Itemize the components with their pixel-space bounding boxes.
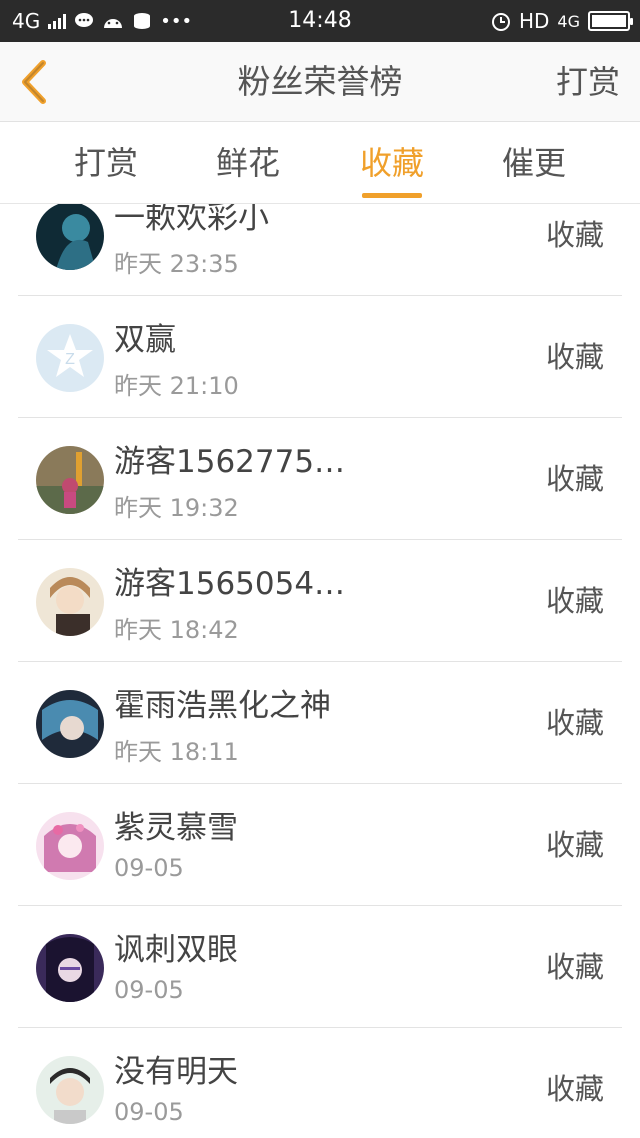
- action-label: 收藏: [545, 340, 604, 374]
- timestamp: 09-05: [114, 854, 184, 882]
- list-item[interactable]: 游客1565054… 昨天 18:42 收藏: [18, 540, 622, 662]
- tab-favorites[interactable]: 收藏: [332, 122, 452, 204]
- reward-button[interactable]: 打赏: [556, 42, 620, 122]
- timestamp: 昨天 23:35: [114, 250, 239, 278]
- avatar[interactable]: [36, 934, 104, 1002]
- tab-bar: 打赏 鲜花 收藏 催更: [0, 122, 640, 204]
- tab-reward[interactable]: 打赏: [46, 122, 166, 204]
- action-label: 收藏: [545, 950, 604, 984]
- list-item[interactable]: 霍雨浩黑化之神 昨天 18:11 收藏: [18, 662, 622, 784]
- list-item[interactable]: 讽刺双眼 09-05 收藏: [18, 906, 622, 1028]
- tab-label: 催更: [501, 144, 566, 182]
- list-item[interactable]: 一欶欢彩小 昨天 23:35 收藏: [18, 204, 622, 296]
- avatar[interactable]: Z: [36, 324, 104, 392]
- hd-label: HD: [518, 9, 550, 33]
- avatar[interactable]: [36, 690, 104, 758]
- fan-list[interactable]: 一欶欢彩小 昨天 23:35 收藏 Z 双赢 昨天 21:10 收藏 游客156…: [18, 204, 622, 1138]
- avatar[interactable]: [36, 812, 104, 880]
- list-item[interactable]: Z 双赢 昨天 21:10 收藏: [18, 296, 622, 418]
- user-name: 游客1565054…: [114, 566, 346, 602]
- timestamp: 昨天 18:42: [114, 616, 239, 644]
- network-right-label: 4G: [557, 11, 580, 31]
- tab-urge-update[interactable]: 催更: [474, 122, 594, 204]
- status-bar: 4G ••• 14:48 HD 4G: [0, 0, 640, 42]
- user-name: 讽刺双眼: [114, 932, 238, 968]
- avatar[interactable]: [36, 204, 104, 270]
- action-label: 收藏: [545, 218, 604, 252]
- user-name: 游客1562775…: [114, 444, 346, 480]
- svg-text:Z: Z: [65, 351, 75, 368]
- page-title: 粉丝荣誉榜: [237, 62, 403, 101]
- list-item[interactable]: 紫灵慕雪 09-05 收藏: [18, 784, 622, 906]
- action-label: 收藏: [545, 462, 604, 496]
- tab-label: 打赏: [73, 144, 138, 182]
- timestamp: 昨天 18:11: [114, 738, 239, 766]
- list-item[interactable]: 没有明天 09-05 收藏: [18, 1028, 622, 1138]
- user-name: 没有明天: [114, 1054, 238, 1090]
- alarm-icon: [491, 13, 510, 31]
- action-label: 收藏: [545, 828, 604, 862]
- action-label: 收藏: [545, 1072, 604, 1106]
- timestamp: 09-05: [114, 1098, 184, 1126]
- header: 粉丝荣誉榜 打赏: [0, 42, 640, 122]
- action-label: 收藏: [545, 706, 604, 740]
- user-name: 一欶欢彩小: [114, 204, 269, 236]
- tab-label: 收藏: [359, 144, 424, 182]
- user-name: 紫灵慕雪: [114, 810, 238, 846]
- action-label: 收藏: [545, 584, 604, 618]
- battery-icon: [588, 11, 633, 31]
- avatar[interactable]: [36, 1056, 104, 1124]
- timestamp: 昨天 19:32: [114, 494, 239, 522]
- tab-label: 鲜花: [215, 144, 280, 182]
- timestamp: 昨天 21:10: [114, 372, 239, 400]
- active-tab-indicator: [362, 193, 422, 198]
- timestamp: 09-05: [114, 976, 184, 1004]
- tab-flowers[interactable]: 鲜花: [188, 122, 308, 204]
- list-item[interactable]: 游客1562775… 昨天 19:32 收藏: [18, 418, 622, 540]
- user-name: 霍雨浩黑化之神: [114, 688, 331, 724]
- user-name: 双赢: [114, 322, 176, 358]
- avatar[interactable]: [36, 446, 104, 514]
- avatar[interactable]: [36, 568, 104, 636]
- status-right: HD 4G: [491, 0, 633, 42]
